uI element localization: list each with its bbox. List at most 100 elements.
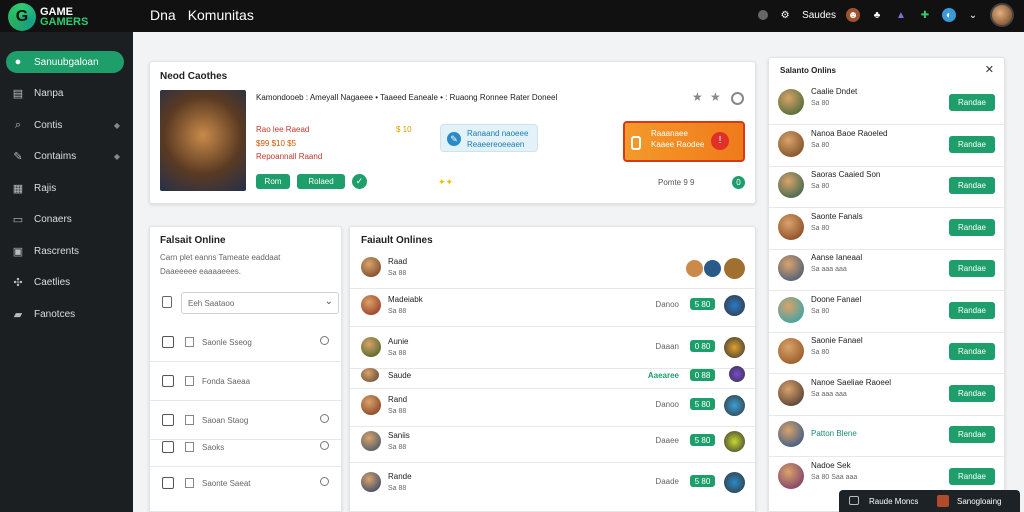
row-action-button[interactable]: Randae — [949, 426, 995, 443]
record-icon[interactable] — [758, 10, 769, 20]
player-avatar[interactable] — [724, 337, 745, 358]
friend-avatar[interactable] — [686, 260, 703, 277]
avatar[interactable] — [778, 213, 804, 240]
avatar[interactable] — [778, 255, 804, 281]
sidebar-item-1[interactable]: ▤ Nanpa — [6, 83, 124, 105]
friend-avatar[interactable] — [704, 260, 721, 277]
game-icon[interactable]: ✚ — [918, 8, 932, 22]
list-item[interactable]: Saonle Sseog — [150, 328, 341, 358]
row-action-button[interactable]: 5 80 — [690, 398, 715, 410]
row-action-button[interactable]: 5 80 — [690, 298, 715, 310]
avatar[interactable] — [778, 421, 804, 447]
gear-icon[interactable]: ⚙ — [778, 8, 792, 22]
row-action-button[interactable]: Randae — [949, 384, 995, 402]
avatar[interactable] — [361, 257, 381, 277]
row-action-button[interactable]: Randae — [949, 94, 995, 111]
player-avatar[interactable] — [724, 431, 745, 452]
avatar[interactable] — [778, 462, 804, 489]
sidebar-item-0[interactable]: ● Sanuubgaloan — [6, 51, 124, 73]
clock-icon[interactable] — [731, 92, 744, 105]
table-row[interactable]: Madeiabk Sa 88 Danoo 5 80 — [350, 293, 755, 323]
table-row[interactable]: Aunie Sa 88 Daaan 0 80 — [350, 335, 755, 365]
sidebar-item-2[interactable]: ⌕ Contis ◆ — [6, 114, 124, 136]
featured-title[interactable]: Kamondooeb : Ameyall Nagaeee • Taaeed Ea… — [256, 93, 557, 102]
sidebar-item-7[interactable]: ✣ Caetlies — [6, 272, 124, 294]
row-action-button[interactable]: Randae — [949, 135, 995, 153]
list-item[interactable]: Patton Blene Randae — [769, 416, 1004, 456]
avatar[interactable] — [778, 130, 804, 157]
checkbox-icon[interactable] — [162, 336, 174, 348]
avatar[interactable] — [361, 337, 381, 357]
list-item[interactable]: Saonte Saeat — [150, 469, 341, 499]
avatar[interactable] — [778, 296, 804, 323]
player-avatar[interactable] — [724, 295, 745, 316]
table-row[interactable]: Saude Aaearee 0 88 — [350, 366, 755, 386]
filter-select[interactable]: Eeh Saataoo ⌄ — [181, 292, 339, 314]
status-dot-icon[interactable]: 0 — [732, 176, 745, 189]
list-item[interactable]: Nanoe Saeliae Raoeel Sa aaa aaa Randae — [769, 375, 1004, 415]
row-action-button[interactable]: 0 80 — [690, 340, 715, 352]
avatar[interactable] — [778, 379, 804, 406]
refresh-icon[interactable] — [320, 441, 329, 450]
row-action-button[interactable]: Randae — [949, 218, 995, 236]
globe-icon[interactable]: ◐ — [942, 8, 956, 22]
chevron-down-icon[interactable]: ⌄ — [966, 8, 980, 22]
checkbox-icon[interactable] — [162, 477, 174, 489]
triangle-icon[interactable]: ▲ — [894, 8, 908, 22]
avatar[interactable] — [361, 295, 381, 315]
row-action-button[interactable]: Randae — [949, 177, 995, 194]
avatar[interactable] — [778, 338, 804, 364]
sidebar-item-5[interactable]: ▭ Conaers — [6, 209, 124, 231]
party-icon[interactable]: ♣ — [870, 8, 884, 22]
list-item[interactable]: Fonda Saeaa — [150, 367, 341, 397]
avatar[interactable] — [990, 3, 1014, 27]
avatar[interactable] — [361, 395, 381, 415]
list-item[interactable]: Saoan Staog — [150, 406, 341, 436]
row-action-button[interactable]: 0 88 — [690, 369, 715, 381]
avatar[interactable] — [778, 172, 804, 198]
orange-promo-button[interactable]: Raaanaee Kaaee Raodee ! — [623, 121, 745, 162]
table-row[interactable]: Raad Sa 88 — [350, 255, 755, 285]
list-item[interactable]: Caalie Dndet Sa 80 Randae — [769, 84, 1004, 124]
bottom-chat-bar[interactable]: Raude Moncs Sanogloaing — [839, 490, 1020, 512]
character-icon[interactable]: ☻ — [846, 8, 860, 22]
sidebar-item-8[interactable]: ▰ Fanotces — [6, 303, 124, 325]
list-item[interactable]: Saoras Caaied Son Sa 80 Randae — [769, 167, 1004, 207]
star-icon[interactable]: ★ — [692, 90, 703, 104]
refresh-icon[interactable] — [320, 477, 329, 486]
friend-avatar[interactable] — [724, 258, 745, 279]
checkbox-icon[interactable] — [162, 441, 174, 453]
list-item[interactable]: Doone Fanael Sa 80 Randae — [769, 292, 1004, 332]
row-action-button[interactable]: Randae — [949, 301, 995, 319]
play-button[interactable]: Rom — [256, 174, 290, 189]
row-action-button[interactable]: 5 80 — [690, 475, 715, 487]
list-item[interactable]: Aanse Ianeaal Sa aaa aaa Randae — [769, 250, 1004, 290]
row-action-button[interactable]: Randae — [949, 343, 995, 360]
star-icon-2[interactable]: ★ — [710, 90, 721, 104]
player-avatar[interactable] — [729, 366, 745, 382]
row-action-button[interactable]: Randae — [949, 260, 995, 277]
table-row[interactable]: Rande Sa 88 Daade 5 80 — [350, 470, 755, 500]
filter-icon[interactable] — [162, 296, 172, 308]
detail-button[interactable]: Rolaed — [297, 174, 345, 189]
avatar[interactable] — [361, 368, 379, 382]
row-action-button[interactable]: Randae — [949, 467, 995, 485]
player-avatar[interactable] — [724, 395, 745, 416]
player-avatar[interactable] — [724, 472, 745, 493]
avatar[interactable] — [361, 431, 381, 451]
sidebar-item-4[interactable]: ▦ Rajis — [6, 177, 124, 199]
user-label[interactable]: Saudes — [802, 10, 836, 21]
refresh-icon[interactable] — [320, 336, 329, 345]
table-row[interactable]: Saniis Sa 88 Daaee 5 80 — [350, 429, 755, 459]
avatar[interactable] — [778, 89, 804, 115]
row-action-button[interactable]: 5 80 — [690, 434, 715, 446]
list-item[interactable]: Saonte Fanals Sa 80 Randae — [769, 209, 1004, 249]
checkbox-icon[interactable] — [162, 414, 174, 426]
featured-thumbnail[interactable] — [160, 90, 246, 191]
check-icon[interactable]: ✓ — [352, 174, 367, 189]
close-icon[interactable]: ✕ — [985, 63, 994, 76]
list-item[interactable]: Nanoa Baoe Raoeled Sa 80 Randae — [769, 126, 1004, 166]
app-logo[interactable]: G GAME GAMERS — [8, 3, 88, 31]
info-box[interactable]: ✎ Ranaand naoeee Reaeereoeeaen — [440, 124, 538, 152]
refresh-icon[interactable] — [320, 414, 329, 423]
